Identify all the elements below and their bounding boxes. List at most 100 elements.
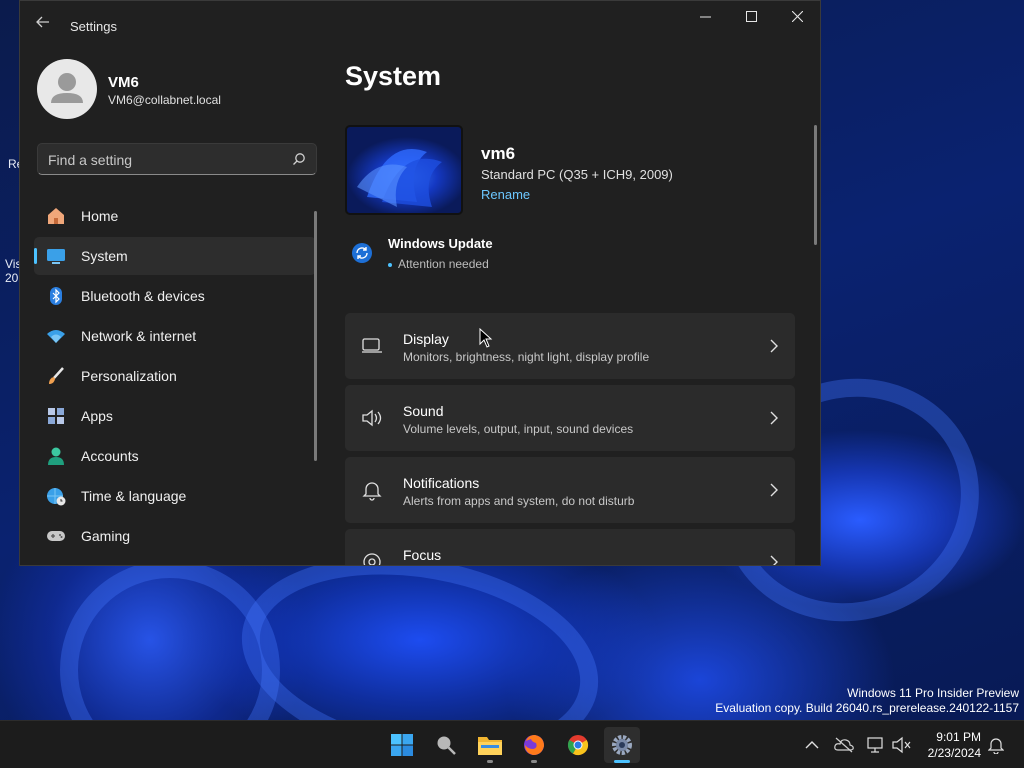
bell-icon xyxy=(361,479,383,501)
minimize-icon xyxy=(699,9,711,27)
windows-update-status-text: Attention needed xyxy=(398,257,489,271)
wifi-icon xyxy=(45,325,67,347)
sidebar-item-label: Apps xyxy=(81,408,113,424)
window-title: Settings xyxy=(70,19,117,34)
card-subtitle: Alerts from apps and system, do not dist… xyxy=(403,494,635,508)
notification-center-button[interactable] xyxy=(986,735,1006,755)
watermark-line1: Windows 11 Pro Insider Preview xyxy=(847,686,1019,700)
title-bar[interactable]: Settings xyxy=(20,1,820,49)
volume-tray[interactable] xyxy=(892,735,912,755)
windows-update-icon[interactable] xyxy=(351,242,373,264)
notifications-card[interactable]: Notifications Alerts from apps and syste… xyxy=(345,457,795,523)
home-icon xyxy=(45,205,67,227)
brush-icon xyxy=(45,365,67,387)
sidebar-item-label: Network & internet xyxy=(81,328,197,344)
search-icon[interactable] xyxy=(292,152,306,166)
sidebar-item-system[interactable]: System xyxy=(34,237,316,275)
minimize-button[interactable] xyxy=(682,1,728,35)
firefox-button[interactable] xyxy=(516,727,552,763)
chrome-icon xyxy=(567,735,589,756)
onedrive-tray[interactable] xyxy=(834,735,854,755)
chevron-right-icon xyxy=(770,339,778,353)
focus-card[interactable]: Focus xyxy=(345,529,795,565)
sidebar-item-label: System xyxy=(81,248,128,264)
windows-update-status: Attention needed xyxy=(388,257,489,271)
sidebar-item-label: Personalization xyxy=(81,368,177,384)
card-subtitle: Volume levels, output, input, sound devi… xyxy=(403,422,634,436)
maximize-button[interactable] xyxy=(728,1,774,35)
sidebar-item-home[interactable]: Home xyxy=(34,197,316,235)
person-icon xyxy=(51,73,83,103)
device-name: vm6 xyxy=(481,144,516,163)
gamepad-icon xyxy=(45,525,67,547)
wallpaper-swirl xyxy=(60,560,280,720)
main-scrollbar[interactable] xyxy=(814,125,817,245)
running-indicator xyxy=(487,760,493,763)
sidebar-item-label: Time & language xyxy=(81,488,187,504)
chrome-button[interactable] xyxy=(560,727,596,763)
sidebar-item-time-language[interactable]: Time & language xyxy=(34,477,316,515)
card-subtitle: Monitors, brightness, night light, displ… xyxy=(403,350,650,364)
taskbar-search-button[interactable] xyxy=(428,727,464,763)
mouse-cursor-icon xyxy=(479,328,493,348)
card-title: Display xyxy=(403,331,449,347)
show-hidden-icons-button[interactable] xyxy=(802,735,822,755)
cloud-offline-icon xyxy=(834,737,854,753)
sidebar-item-apps[interactable]: Apps xyxy=(34,397,316,435)
bell-icon xyxy=(988,738,1004,754)
profile-email: VM6@collabnet.local xyxy=(108,93,221,107)
speaker-icon xyxy=(361,407,383,429)
maximize-icon xyxy=(745,9,757,27)
rename-link[interactable]: Rename xyxy=(481,187,530,202)
device-wallpaper-thumbnail[interactable] xyxy=(345,125,463,215)
clock-time: 9:01 PM xyxy=(936,730,981,744)
sidebar-item-personalization[interactable]: Personalization xyxy=(34,357,316,395)
display-card[interactable]: Display Monitors, brightness, night ligh… xyxy=(345,313,795,379)
device-model: Standard PC (Q35 + ICH9, 2009) xyxy=(481,167,673,182)
running-indicator xyxy=(531,760,537,763)
active-indicator xyxy=(614,760,630,763)
sidebar-scrollbar[interactable] xyxy=(314,211,317,461)
settings-window: Settings VM6 VM6@collabnet.local Find a … xyxy=(19,0,821,566)
start-button[interactable] xyxy=(384,727,420,763)
status-dot-icon xyxy=(388,262,392,267)
search-input[interactable] xyxy=(48,150,278,170)
sound-card[interactable]: Sound Volume levels, output, input, soun… xyxy=(345,385,795,451)
firefox-icon xyxy=(524,735,544,755)
taskbar: 9:01 PM 2/23/2024 xyxy=(0,720,1024,768)
close-icon xyxy=(791,9,803,27)
sidebar-item-gaming[interactable]: Gaming xyxy=(34,517,316,555)
settings-cards: Display Monitors, brightness, night ligh… xyxy=(345,313,795,565)
sidebar-item-accounts[interactable]: Accounts xyxy=(34,437,316,475)
sidebar-item-bluetooth[interactable]: Bluetooth & devices xyxy=(34,277,316,315)
avatar[interactable] xyxy=(37,59,97,119)
taskbar-clock[interactable]: 9:01 PM 2/23/2024 xyxy=(928,729,981,761)
network-wired-icon xyxy=(867,737,883,753)
bluetooth-icon xyxy=(45,285,67,307)
search-icon xyxy=(437,736,456,755)
windows-update-title[interactable]: Windows Update xyxy=(388,236,493,251)
card-title: Sound xyxy=(403,403,444,419)
chevron-right-icon xyxy=(770,483,778,497)
sidebar-nav: Home System Bluetooth & devices Network … xyxy=(34,197,316,557)
back-arrow-icon[interactable] xyxy=(36,15,54,33)
settings-taskbar-button[interactable] xyxy=(604,727,640,763)
sidebar-item-label: Home xyxy=(81,208,119,224)
globe-clock-icon xyxy=(45,485,67,507)
account-icon xyxy=(45,445,67,467)
volume-muted-icon xyxy=(892,736,911,754)
search-box[interactable] xyxy=(37,143,317,175)
card-title: Notifications xyxy=(403,475,480,491)
wallpaper-bloom-icon xyxy=(357,149,442,207)
chevron-right-icon xyxy=(770,411,778,425)
start-icon xyxy=(391,734,413,756)
close-button[interactable] xyxy=(774,1,820,35)
file-explorer-button[interactable] xyxy=(472,727,508,763)
page-title: System xyxy=(345,61,442,91)
sidebar-item-network[interactable]: Network & internet xyxy=(34,317,316,355)
network-tray[interactable] xyxy=(866,735,886,755)
settings-icon xyxy=(612,735,632,755)
chevron-up-icon xyxy=(805,741,819,749)
apps-icon xyxy=(45,405,67,427)
focus-icon xyxy=(361,551,383,565)
